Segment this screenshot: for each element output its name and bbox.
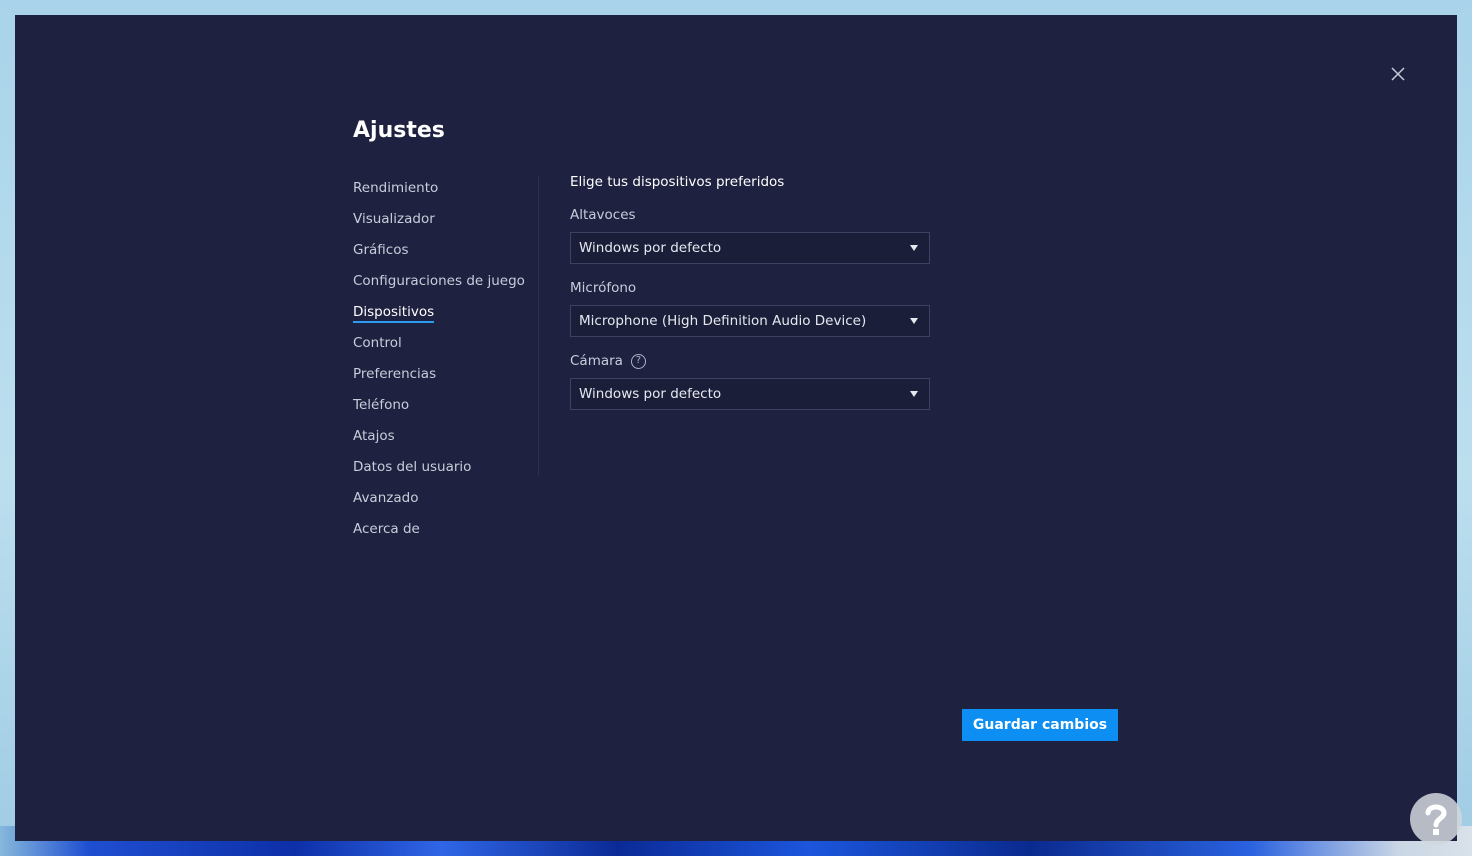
sidebar-item-acerca-de[interactable]: Acerca de — [353, 519, 525, 550]
sidebar-item-label: Configuraciones de juego — [353, 273, 525, 289]
sidebar-item-telefono[interactable]: Teléfono — [353, 395, 525, 426]
save-changes-button[interactable]: Guardar cambios — [962, 709, 1118, 741]
microphone-label-text: Micrófono — [570, 280, 637, 296]
speakers-label-text: Altavoces — [570, 207, 636, 223]
sidebar-item-label: Preferencias — [353, 366, 437, 382]
question-mark-icon[interactable]: ? — [630, 353, 646, 369]
sidebar-item-label: Rendimiento — [353, 180, 439, 196]
sidebar-item-control[interactable]: Control — [353, 333, 525, 364]
sidebar-item-label: Acerca de — [353, 521, 420, 537]
sidebar-item-graficos[interactable]: Gráficos — [353, 240, 525, 271]
sidebar-item-avanzado[interactable]: Avanzado — [353, 488, 525, 519]
sidebar-item-atajos[interactable]: Atajos — [353, 426, 525, 457]
microphone-label: Micrófono — [570, 278, 930, 298]
chevron-down-icon — [910, 318, 918, 324]
camera-select[interactable]: Windows por defecto — [570, 378, 930, 410]
sidebar-item-label: Control — [353, 335, 402, 351]
sidebar-item-label: Datos del usuario — [353, 459, 472, 475]
chevron-down-icon — [910, 245, 918, 251]
speakers-selected-value: Windows por defecto — [579, 240, 722, 256]
watermark-logo — [1410, 793, 1462, 845]
sidebar-divider — [538, 175, 539, 475]
camera-label: Cámara ? — [570, 351, 930, 371]
sidebar-item-label: Visualizador — [353, 211, 435, 227]
camera-label-text: Cámara — [570, 353, 623, 369]
speakers-label: Altavoces — [570, 205, 930, 225]
sidebar-item-label: Avanzado — [353, 490, 419, 506]
sidebar-item-dispositivos[interactable]: Dispositivos — [353, 302, 525, 333]
sidebar-item-label: Dispositivos — [353, 304, 435, 323]
section-heading: Elige tus dispositivos preferidos — [570, 174, 785, 190]
microphone-selected-value: Microphone (High Definition Audio Device… — [579, 313, 867, 329]
camera-selected-value: Windows por defecto — [579, 386, 722, 402]
microphone-select[interactable]: Microphone (High Definition Audio Device… — [570, 305, 930, 337]
sidebar-item-label: Gráficos — [353, 242, 409, 258]
chevron-down-icon — [910, 391, 918, 397]
sidebar-item-preferencias[interactable]: Preferencias — [353, 364, 525, 395]
sidebar-item-label: Teléfono — [353, 397, 410, 413]
sidebar-item-rendimiento[interactable]: Rendimiento — [353, 178, 525, 209]
sidebar-item-datos-del-usuario[interactable]: Datos del usuario — [353, 457, 525, 488]
sidebar-item-configuraciones-de-juego[interactable]: Configuraciones de juego — [353, 271, 525, 302]
devices-panel: Elige tus dispositivos preferidos Altavo… — [570, 172, 930, 424]
settings-sidebar: Rendimiento Visualizador Gráficos Config… — [353, 178, 525, 550]
settings-dialog: Ajustes Rendimiento Visualizador Gráfico… — [15, 15, 1457, 841]
page-title: Ajustes — [353, 118, 445, 143]
sidebar-item-visualizador[interactable]: Visualizador — [353, 209, 525, 240]
speakers-select[interactable]: Windows por defecto — [570, 232, 930, 264]
close-icon[interactable] — [1389, 65, 1407, 83]
sidebar-item-label: Atajos — [353, 428, 395, 444]
